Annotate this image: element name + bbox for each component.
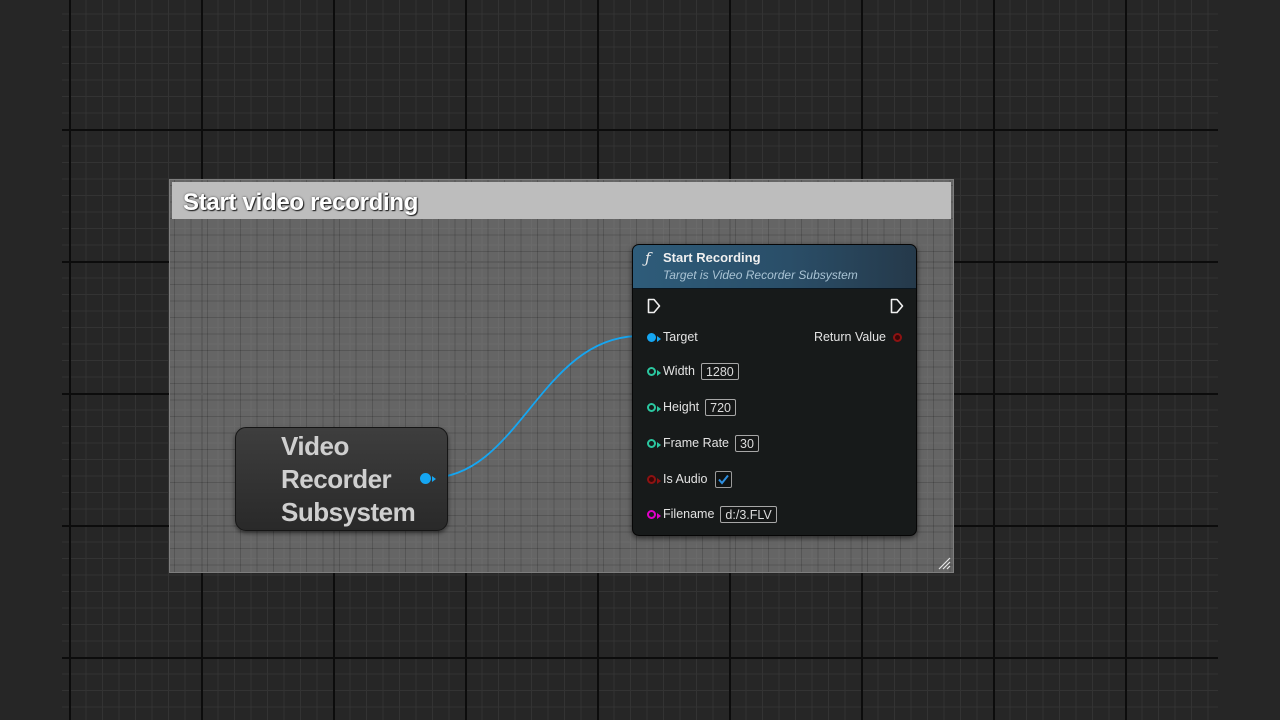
frame-rate-pin[interactable]	[647, 438, 661, 448]
target-pin-row[interactable]: Target	[633, 327, 698, 347]
is-audio-label: Is Audio	[663, 472, 708, 486]
exec-output-pin-icon[interactable]	[890, 298, 904, 314]
comment-header[interactable]: Start video recording	[172, 182, 951, 219]
resize-handle-icon[interactable]	[937, 556, 951, 570]
height-pin[interactable]	[647, 402, 661, 412]
target-pin[interactable]	[647, 332, 661, 342]
return-value-pin-row[interactable]: Return Value	[814, 327, 902, 347]
function-subtitle: Target is Video Recorder Subsystem	[663, 268, 858, 282]
is-audio-pin[interactable]	[647, 474, 661, 484]
filename-label: Filename	[663, 507, 715, 521]
video-recorder-subsystem-node[interactable]: Video Recorder Subsystem	[235, 427, 448, 531]
exec-input-pin-icon[interactable]	[647, 298, 661, 314]
target-label: Target	[663, 330, 698, 344]
frame-rate-input[interactable]: 30	[735, 434, 759, 452]
frame-rate-label: Frame Rate	[663, 436, 729, 450]
checkmark-icon	[718, 474, 730, 485]
start-recording-node[interactable]: ƒ Start Recording Target is Video Record…	[632, 244, 917, 536]
pin-arrow-icon	[432, 476, 436, 482]
filename-input[interactable]: d:/3.FLV	[720, 505, 777, 523]
height-input[interactable]: 720	[705, 398, 736, 416]
filename-pin-row[interactable]: Filename d:/3.FLV	[633, 504, 777, 524]
comment-title: Start video recording	[183, 189, 419, 216]
subsystem-output-pin[interactable]	[420, 473, 431, 484]
return-value-pin[interactable]	[893, 332, 902, 342]
function-title: Start Recording	[663, 250, 761, 265]
width-input[interactable]: 1280	[700, 362, 739, 380]
width-label: Width	[663, 364, 695, 378]
height-label: Height	[663, 400, 700, 414]
is-audio-pin-row[interactable]: Is Audio	[633, 469, 733, 489]
function-icon: ƒ	[645, 249, 651, 267]
is-audio-checkbox[interactable]	[715, 470, 733, 488]
width-pin[interactable]	[647, 366, 661, 376]
frame-rate-pin-row[interactable]: Frame Rate 30	[633, 433, 759, 453]
width-pin-row[interactable]: Width 1280	[633, 361, 739, 381]
function-node-header[interactable]: ƒ Start Recording Target is Video Record…	[633, 245, 916, 289]
filename-pin[interactable]	[647, 509, 661, 519]
variable-node-title: Video Recorder Subsystem	[281, 431, 416, 527]
return-value-label: Return Value	[813, 330, 886, 344]
height-pin-row[interactable]: Height 720	[633, 397, 736, 417]
